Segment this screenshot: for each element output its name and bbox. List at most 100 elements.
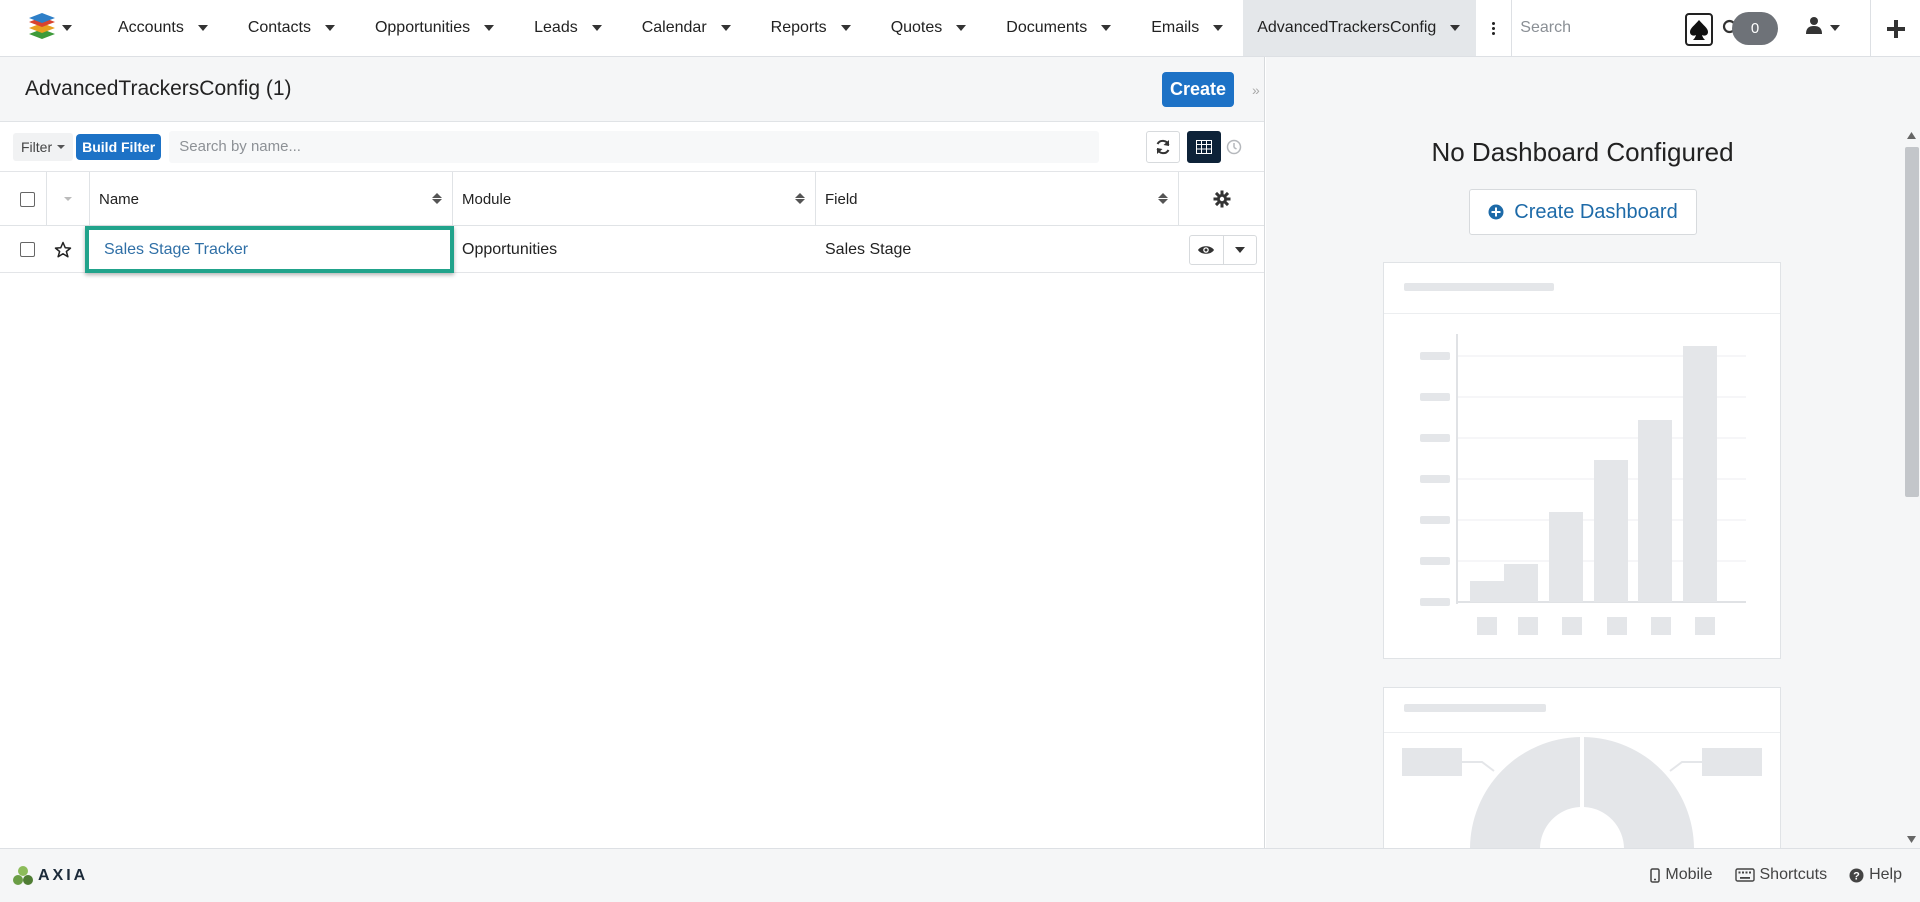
- svg-text:?: ?: [1853, 870, 1860, 882]
- dashboard-scrollbar[interactable]: [1902, 129, 1920, 848]
- record-name-link[interactable]: Sales Stage Tracker: [104, 241, 248, 259]
- chevron-down-icon[interactable]: [1101, 25, 1112, 31]
- keyboard-icon: [1734, 868, 1755, 882]
- refresh-icon: [1156, 139, 1170, 155]
- global-search-input[interactable]: [1520, 19, 1701, 37]
- select-all-checkbox[interactable]: [20, 191, 35, 207]
- quick-create-button[interactable]: [1870, 0, 1920, 57]
- row-actions: [1189, 235, 1257, 265]
- column-settings-cell[interactable]: [1179, 172, 1265, 226]
- nav-item-calendar[interactable]: Calendar: [622, 0, 751, 56]
- chevron-down-icon[interactable]: [324, 25, 335, 31]
- question-circle-icon: ?: [1849, 868, 1864, 882]
- nav-item-leads[interactable]: Leads: [514, 0, 622, 56]
- scroll-down-arrow-icon[interactable]: [1907, 836, 1916, 843]
- filter-bar: Filter Build Filter: [0, 122, 1264, 172]
- build-filter-button[interactable]: Build Filter: [76, 133, 162, 160]
- module-tabs: Accounts Contacts Opportunities Leads Ca…: [98, 0, 1513, 56]
- history-button[interactable]: [1222, 131, 1246, 163]
- records-table: Name Module Field Sales Stage Tracker Op…: [0, 172, 1264, 273]
- chevron-down-icon: [62, 25, 72, 31]
- column-header-field[interactable]: Field: [816, 172, 1179, 226]
- chevron-down-icon: [1830, 24, 1840, 31]
- chevron-down-icon: [1234, 247, 1245, 253]
- top-navigation: Accounts Contacts Opportunities Leads Ca…: [0, 0, 1920, 57]
- chevron-down-icon[interactable]: [197, 25, 208, 31]
- search-by-name-input[interactable]: [169, 130, 1100, 163]
- nav-item-opportunities[interactable]: Opportunities: [355, 0, 514, 56]
- page-title: AdvancedTrackersConfig (1): [25, 77, 292, 100]
- chevron-down-icon: [64, 197, 72, 201]
- help-link[interactable]: ? Help: [1849, 866, 1902, 884]
- app-menu-button[interactable]: [0, 0, 98, 56]
- chevron-down-icon[interactable]: [484, 25, 495, 31]
- scrollbar-thumb[interactable]: [1905, 147, 1919, 497]
- user-menu[interactable]: [1806, 16, 1840, 39]
- preview-button[interactable]: [1190, 236, 1224, 264]
- filter-dropdown-button[interactable]: Filter: [13, 132, 74, 161]
- placeholder-title: [1404, 704, 1546, 712]
- chevron-down-icon[interactable]: [1213, 25, 1224, 31]
- clock-icon: [1226, 139, 1242, 155]
- placeholder-bar-chart-card: [1383, 262, 1781, 659]
- footer-brand[interactable]: AXIA: [12, 865, 88, 887]
- chevron-down-icon[interactable]: [840, 25, 851, 31]
- sort-icon[interactable]: [1158, 193, 1168, 204]
- mobile-icon: [1650, 867, 1661, 883]
- placeholder-donut-chart-card: [1383, 687, 1781, 848]
- column-header-name[interactable]: Name: [90, 172, 453, 226]
- sort-icon[interactable]: [795, 193, 805, 204]
- plus-circle-icon: [1488, 204, 1504, 220]
- nav-item-emails[interactable]: Emails: [1131, 0, 1243, 56]
- layers-logo-icon: [28, 12, 56, 44]
- placeholder-bar-chart: [1420, 334, 1746, 635]
- footer: AXIA Mobile Shortcuts ? Help: [0, 848, 1920, 902]
- chevron-down-icon[interactable]: [720, 25, 731, 31]
- bulk-action-cell[interactable]: [47, 172, 90, 226]
- name-cell-highlighted: Sales Stage Tracker: [85, 226, 454, 273]
- sort-icon[interactable]: [432, 193, 442, 204]
- eye-icon: [1198, 246, 1215, 254]
- row-select-cell: [20, 226, 35, 273]
- dashboard-panel: No Dashboard Configured Create Dashboard: [1266, 57, 1920, 848]
- footer-links: Mobile Shortcuts ? Help: [1650, 866, 1902, 884]
- create-button[interactable]: Create: [1162, 72, 1234, 107]
- more-vertical-icon: [1492, 21, 1496, 35]
- chevron-down-icon[interactable]: [956, 25, 967, 31]
- scroll-up-arrow-icon[interactable]: [1907, 132, 1916, 139]
- mobile-link[interactable]: Mobile: [1650, 866, 1713, 884]
- nav-item-documents[interactable]: Documents: [986, 0, 1131, 56]
- nav-item-accounts[interactable]: Accounts: [98, 0, 228, 56]
- create-dashboard-button[interactable]: Create Dashboard: [1469, 189, 1697, 235]
- collapse-sidebar-icon[interactable]: »: [1252, 82, 1260, 98]
- row-checkbox[interactable]: [20, 242, 35, 257]
- dashboard-empty-title: No Dashboard Configured: [1431, 137, 1734, 167]
- refresh-button[interactable]: [1146, 131, 1180, 163]
- nav-item-reports[interactable]: Reports: [751, 0, 871, 56]
- spade-icon[interactable]: [1685, 13, 1713, 46]
- nav-item-advancedtrackersconfig[interactable]: AdvancedTrackersConfig: [1243, 0, 1477, 56]
- table-icon: [1196, 140, 1212, 154]
- list-view-panel: AdvancedTrackersConfig (1) Create » Filt…: [0, 57, 1265, 848]
- column-header-module[interactable]: Module: [453, 172, 816, 226]
- placeholder-title: [1404, 283, 1554, 291]
- gear-icon: [1213, 190, 1231, 208]
- table-header: Name Module Field: [0, 172, 1264, 226]
- notifications-badge[interactable]: 0: [1732, 12, 1778, 45]
- module-cell: Opportunities: [462, 240, 558, 258]
- nav-item-contacts[interactable]: Contacts: [228, 0, 355, 56]
- table-row: Sales Stage Tracker Opportunities Sales …: [0, 226, 1264, 273]
- more-modules-button[interactable]: [1476, 0, 1513, 56]
- user-icon: [1806, 16, 1822, 39]
- chevron-down-icon[interactable]: [1450, 25, 1461, 31]
- chevron-down-icon: [57, 144, 66, 149]
- chevron-down-icon[interactable]: [591, 25, 602, 31]
- placeholder-donut-chart: [1402, 737, 1762, 848]
- list-header: AdvancedTrackersConfig (1) Create »: [0, 57, 1264, 122]
- list-view-toggle[interactable]: [1187, 131, 1221, 163]
- favorite-star-icon[interactable]: [54, 226, 72, 273]
- row-actions-dropdown[interactable]: [1224, 236, 1257, 264]
- shortcuts-link[interactable]: Shortcuts: [1734, 866, 1827, 884]
- field-cell: Sales Stage: [825, 240, 912, 258]
- nav-item-quotes[interactable]: Quotes: [871, 0, 987, 56]
